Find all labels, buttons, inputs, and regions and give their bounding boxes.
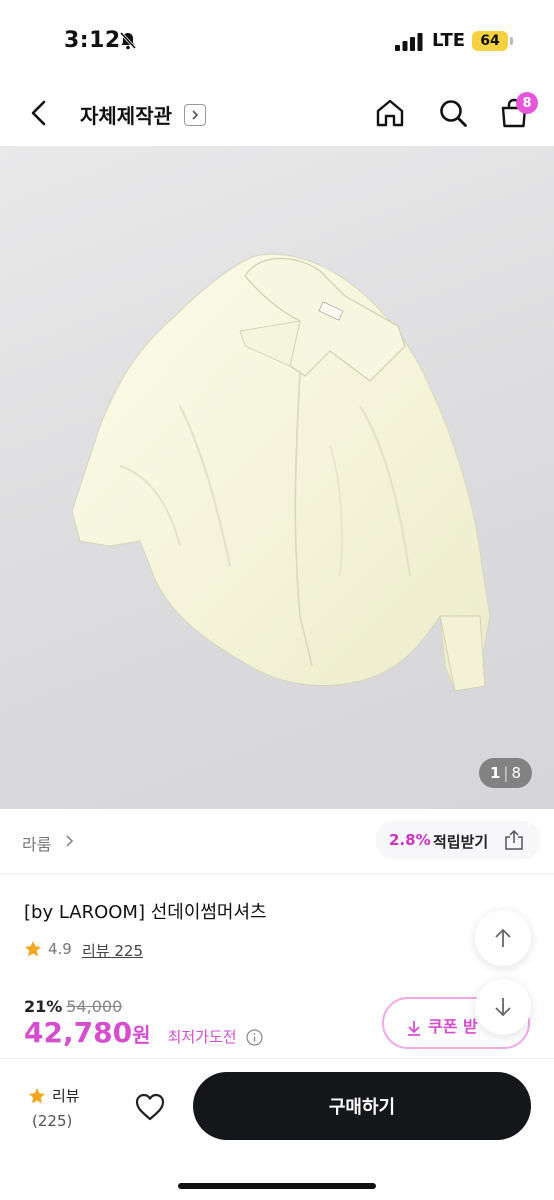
review-count: (225) <box>32 1112 73 1130</box>
signal-icon <box>395 33 423 51</box>
price-row: 42,780원 최저가도전 <box>24 1016 263 1049</box>
arrow-down-icon <box>495 998 511 1017</box>
reward-rate: 2.8% <box>389 831 431 849</box>
bottom-action-bar: 리뷰 (225) 구매하기 <box>0 1058 554 1200</box>
chevron-right-icon[interactable] <box>64 833 76 849</box>
sale-price: 42,780 <box>24 1016 133 1049</box>
price-original-row: 21% 54,000 <box>24 997 122 1016</box>
image-counter-separator: | <box>503 764 509 782</box>
bell-off-icon <box>119 31 137 50</box>
arrow-up-icon <box>495 928 511 947</box>
heart-icon[interactable] <box>133 1091 167 1123</box>
buy-button[interactable]: 구매하기 <box>193 1072 531 1140</box>
image-total: 8 <box>511 764 522 782</box>
cart-count-badge: 8 <box>516 92 538 114</box>
download-icon <box>408 1020 420 1036</box>
review-link[interactable]: 리뷰 225 <box>82 940 143 961</box>
network-type: LTE <box>432 30 466 51</box>
product-image[interactable] <box>0 146 554 809</box>
store-link-button[interactable] <box>184 104 206 126</box>
reward-label: 적립받기 <box>433 833 489 851</box>
status-time: 3:12 <box>64 28 121 53</box>
chevron-right-icon <box>192 110 199 120</box>
review-label: 리뷰 <box>52 1087 80 1105</box>
brand-name[interactable]: 라룸 <box>22 831 51 855</box>
back-arrow-icon[interactable] <box>26 98 52 128</box>
top-navigation: 자체제작관 <box>0 80 554 146</box>
scroll-down-button[interactable] <box>475 979 531 1035</box>
divider <box>0 873 554 874</box>
battery-level: 64 <box>480 33 500 49</box>
coupon-label: 쿠폰 받 <box>428 1017 478 1036</box>
info-icon[interactable] <box>246 1029 263 1046</box>
brand-row: 라룸 2.8% 적립받기 <box>0 809 554 873</box>
status-bar: 3:12 LTE 64 <box>0 0 554 80</box>
sale-currency: 원 <box>132 1023 151 1047</box>
product-name: [by LAROOM] 선데이썸머셔츠 <box>24 902 267 923</box>
store-title[interactable]: 자체제작관 <box>80 100 172 129</box>
image-counter: 1 | 8 <box>479 758 532 788</box>
battery-indicator: 64 <box>472 31 508 51</box>
image-current: 1 <box>489 764 501 782</box>
reward-button[interactable]: 2.8% 적립받기 <box>375 821 541 859</box>
star-icon <box>29 1088 45 1104</box>
discount-rate: 21% <box>24 997 63 1016</box>
rating-value: 4.9 <box>48 940 72 958</box>
original-price: 54,000 <box>66 997 123 1016</box>
home-icon[interactable] <box>374 97 406 129</box>
scroll-to-top-button[interactable] <box>475 910 531 966</box>
shirt-illustration <box>71 253 491 692</box>
star-icon <box>25 941 41 957</box>
battery-tip <box>510 37 513 45</box>
share-icon[interactable] <box>503 829 525 851</box>
home-indicator <box>178 1183 376 1189</box>
search-icon[interactable] <box>437 97 469 129</box>
lowest-price-label: 최저가도전 <box>167 1028 237 1046</box>
